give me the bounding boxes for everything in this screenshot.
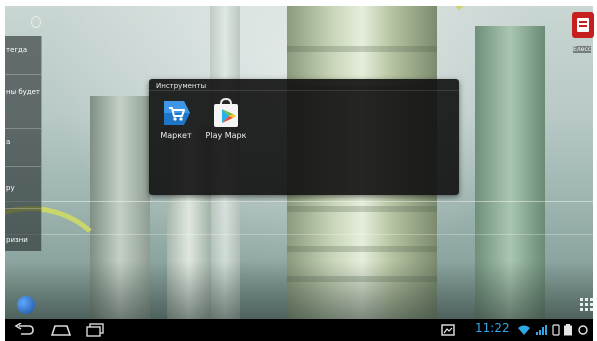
tablet-screenshot: тегда ны будет а ру ризни Елесс Инструме…: [0, 0, 597, 341]
widget-text: ризни: [6, 236, 28, 244]
widget-text: ру: [6, 184, 15, 192]
grid-line: [5, 201, 593, 202]
app-market[interactable]: Маркет: [150, 97, 202, 140]
app-play-store[interactable]: Play Марк: [200, 97, 252, 140]
corner-app-label: Елесс: [573, 46, 591, 53]
market-icon: [160, 97, 192, 129]
recent-apps-icon[interactable]: [85, 323, 105, 337]
widget-text: тегда: [6, 46, 28, 54]
wallpaper-ground: [5, 261, 593, 319]
grid-line: [5, 234, 593, 235]
back-icon[interactable]: [13, 323, 35, 337]
corner-app-icon[interactable]: [572, 12, 594, 38]
status-clock[interactable]: 11:22: [475, 321, 510, 335]
folder-title[interactable]: Инструменты: [156, 82, 206, 90]
widget-text: ны будет: [6, 88, 40, 96]
app-drawer-icon[interactable]: [580, 298, 593, 311]
app-label: Play Марк: [205, 131, 247, 140]
sim-icon: [552, 324, 560, 336]
play-store-icon: [210, 97, 242, 129]
system-navigation-bar: 11:22: [5, 319, 593, 341]
wifi-icon: [518, 325, 530, 335]
screenshot-notification-icon[interactable]: [441, 324, 455, 336]
folder-popup: Инструменты Маркет Play Марк: [149, 79, 459, 195]
sync-icon: [578, 325, 588, 335]
widget-text: а: [6, 138, 11, 146]
search-dot-icon[interactable]: [31, 16, 41, 28]
left-widget-panel[interactable]: тегда ны будет а ру ризни: [5, 36, 42, 251]
home-icon[interactable]: [50, 323, 72, 337]
signal-icon: [536, 325, 547, 335]
battery-icon: [564, 324, 572, 336]
app-label: Маркет: [160, 131, 192, 140]
folder-divider: [149, 90, 459, 91]
globe-icon[interactable]: [17, 296, 35, 314]
